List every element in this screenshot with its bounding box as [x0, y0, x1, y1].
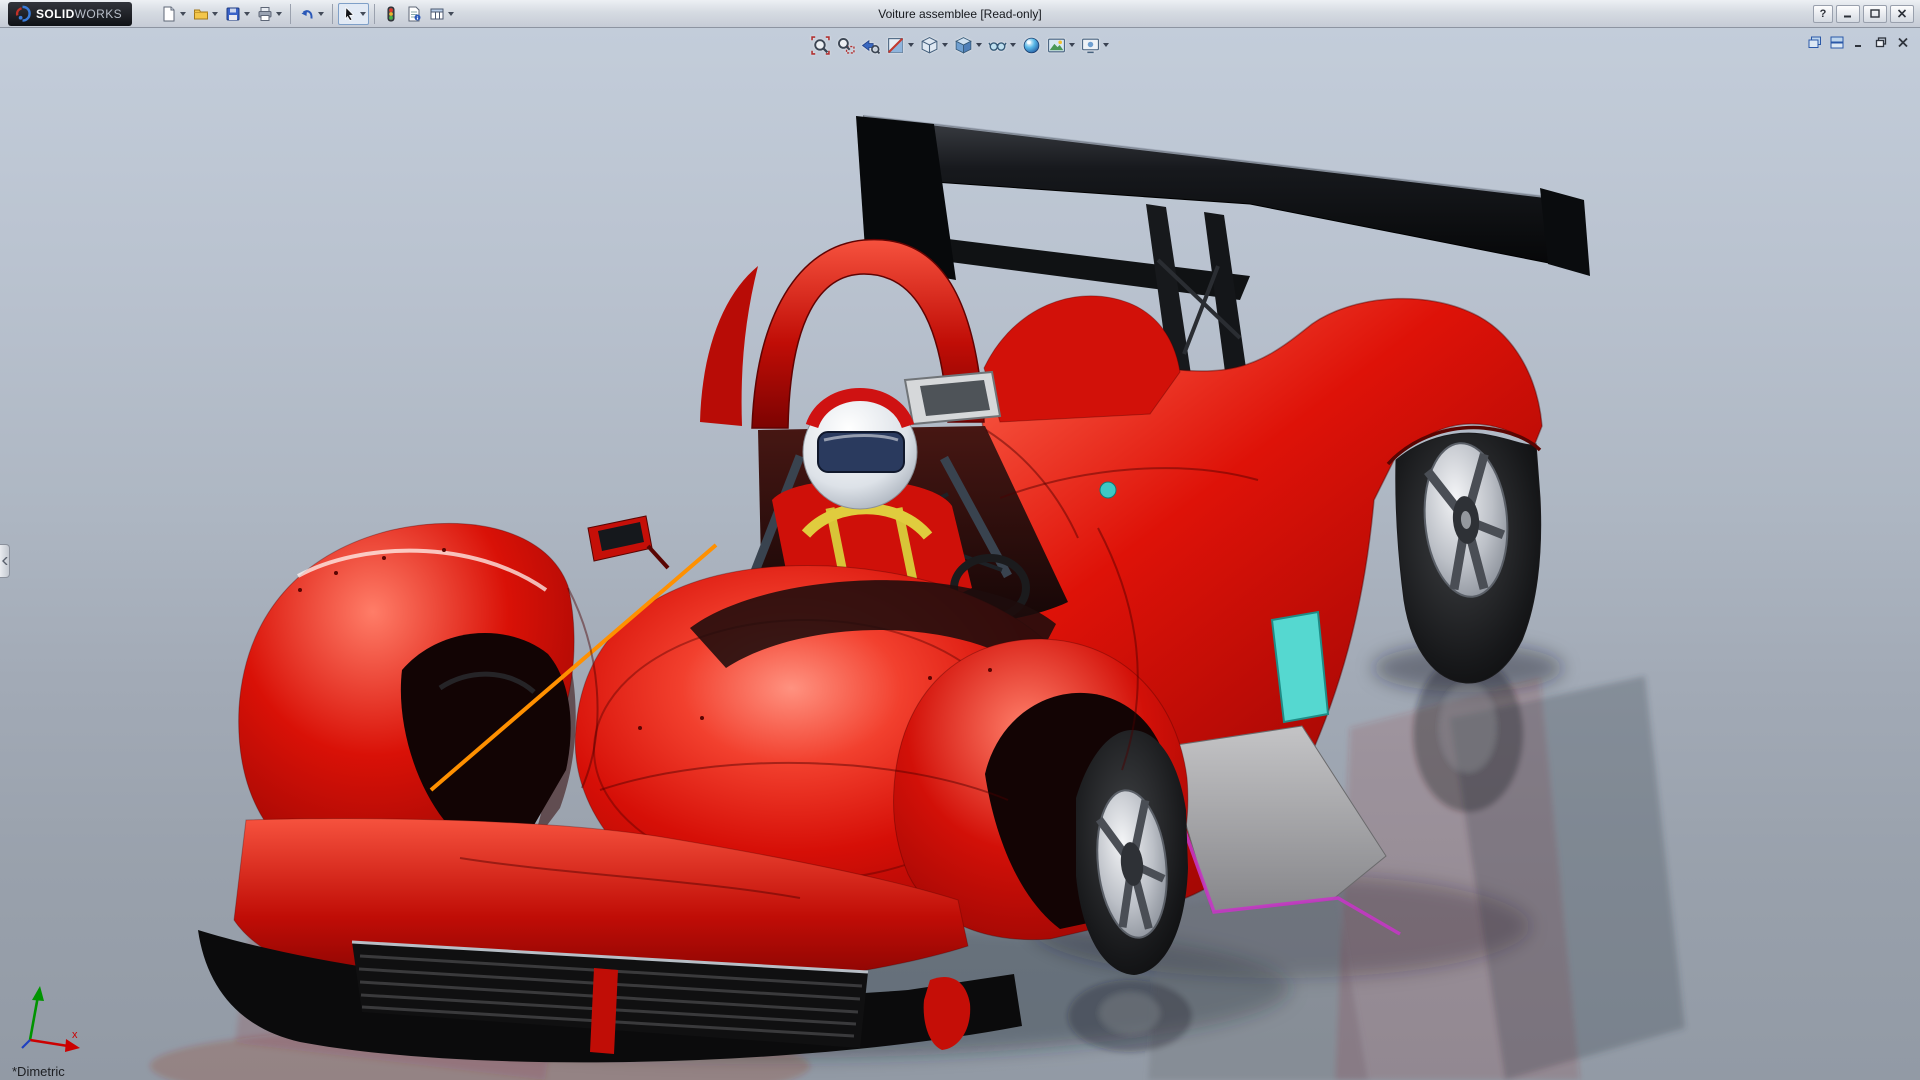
minimize-icon	[1853, 37, 1865, 48]
dassault-systemes-logo-icon	[14, 5, 31, 22]
close-document-button[interactable]	[1893, 34, 1912, 51]
close-button[interactable]	[1890, 5, 1914, 23]
dropdown-caret[interactable]	[942, 43, 948, 47]
help-button[interactable]: ?	[1813, 5, 1833, 23]
options-icon	[429, 6, 445, 22]
solidworks-logo: SOLIDWORKS	[8, 2, 132, 26]
minimize-button[interactable]	[1836, 5, 1860, 23]
save-button[interactable]	[222, 3, 253, 25]
tile-windows-icon	[1830, 36, 1844, 49]
document-window-controls	[1805, 34, 1912, 51]
dropdown-caret[interactable]	[976, 43, 982, 47]
main-toolbar	[158, 3, 457, 25]
restore-document-button[interactable]	[1871, 34, 1890, 51]
window-controls: ?	[1813, 5, 1914, 23]
apply-scene-button[interactable]	[1045, 33, 1077, 57]
save-icon	[225, 6, 241, 22]
maximize-icon	[1870, 9, 1880, 18]
cascade-windows-icon	[1808, 36, 1822, 49]
zoom-to-area-button[interactable]	[834, 33, 857, 57]
rebuild-button[interactable]	[380, 3, 402, 25]
new-document-button[interactable]	[158, 3, 189, 25]
options-button[interactable]	[426, 3, 457, 25]
triad-x-label: x	[72, 1029, 78, 1041]
rebuild-icon	[383, 6, 399, 22]
apply-scene-icon	[1047, 36, 1066, 55]
open-button[interactable]	[190, 3, 221, 25]
minimize-document-button[interactable]	[1849, 34, 1868, 51]
zoom-to-area-icon	[836, 36, 855, 55]
view-orientation-button[interactable]	[918, 33, 950, 57]
view-settings-button[interactable]	[1079, 33, 1111, 57]
brand-name-bold: SOLID	[36, 7, 75, 21]
dropdown-caret[interactable]	[1103, 43, 1109, 47]
open-folder-icon	[193, 6, 209, 22]
maximize-button[interactable]	[1863, 5, 1887, 23]
toolbar-separator	[332, 4, 333, 24]
new-document-icon	[161, 6, 177, 22]
dropdown-caret[interactable]	[360, 12, 366, 16]
undo-button[interactable]	[296, 3, 327, 25]
dropdown-caret[interactable]	[318, 12, 324, 16]
close-icon	[1897, 37, 1909, 48]
dropdown-caret[interactable]	[276, 12, 282, 16]
heads-up-view-toolbar	[809, 33, 1111, 57]
dropdown-caret[interactable]	[908, 43, 914, 47]
restore-icon	[1875, 37, 1887, 48]
minimize-icon	[1843, 9, 1853, 18]
tile-windows-button[interactable]	[1827, 34, 1846, 51]
hide-show-items-icon	[988, 36, 1007, 55]
display-style-icon	[954, 36, 973, 55]
display-style-button[interactable]	[952, 33, 984, 57]
toolbar-separator	[374, 4, 375, 24]
view-orientation-label: *Dimetric	[12, 1064, 65, 1079]
previous-view-button[interactable]	[859, 33, 882, 57]
dropdown-caret[interactable]	[1010, 43, 1016, 47]
print-button[interactable]	[254, 3, 285, 25]
edit-appearance-sphere-icon	[1022, 36, 1041, 55]
dropdown-caret[interactable]	[448, 12, 454, 16]
view-settings-icon	[1081, 36, 1100, 55]
view-orientation-cube-icon	[920, 36, 939, 55]
graphics-viewport[interactable]: x *Dimetric	[0, 28, 1920, 1080]
zoom-to-fit-button[interactable]	[809, 33, 832, 57]
nose-pylon	[590, 968, 618, 1054]
previous-view-icon	[861, 36, 880, 55]
headrest-fairing	[984, 296, 1180, 422]
solidworks-window: SOLIDWORKS	[0, 0, 1920, 1080]
model-3d-view[interactable]	[0, 28, 1920, 1080]
dropdown-caret[interactable]	[244, 12, 250, 16]
orientation-triad: x	[14, 984, 90, 1054]
undo-icon	[299, 6, 315, 22]
select-cursor-icon	[341, 6, 357, 22]
toolbar-separator	[290, 4, 291, 24]
dropdown-caret[interactable]	[1069, 43, 1075, 47]
zoom-to-fit-icon	[811, 36, 830, 55]
dropdown-caret[interactable]	[180, 12, 186, 16]
rear-right-wheel[interactable]	[1388, 428, 1541, 683]
section-view-button[interactable]	[884, 33, 916, 57]
deck-intake-opening	[920, 380, 990, 416]
front-right-wheel[interactable]	[1076, 730, 1188, 975]
chevron-left-icon	[2, 557, 8, 565]
file-properties-button[interactable]	[403, 3, 425, 25]
title-bar: SOLIDWORKS	[0, 0, 1920, 28]
brand-name-light: WORKS	[75, 7, 122, 21]
left-body-wedge	[700, 266, 758, 426]
side-mirror[interactable]	[588, 516, 668, 568]
hide-show-items-button[interactable]	[986, 33, 1018, 57]
cascade-windows-button[interactable]	[1805, 34, 1824, 51]
section-view-icon	[886, 36, 905, 55]
featuremanager-splitter-tab[interactable]	[0, 544, 10, 578]
cockpit-sensor	[1100, 482, 1116, 498]
select-button[interactable]	[338, 3, 369, 25]
close-icon	[1897, 9, 1907, 18]
print-icon	[257, 6, 273, 22]
file-properties-icon	[406, 6, 422, 22]
edit-appearance-button[interactable]	[1020, 33, 1043, 57]
dropdown-caret[interactable]	[212, 12, 218, 16]
